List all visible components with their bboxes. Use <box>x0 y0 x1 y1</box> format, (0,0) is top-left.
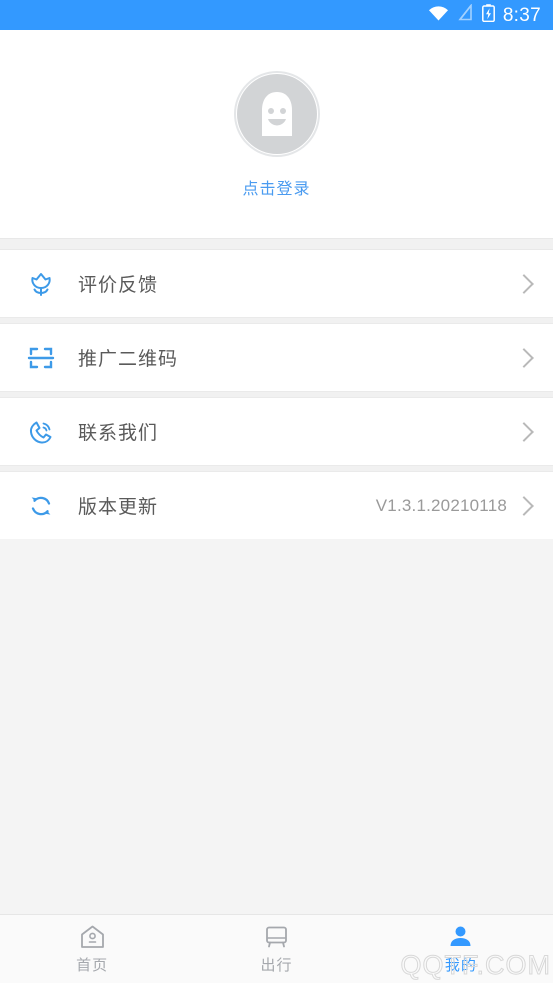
menu-item-contact[interactable]: 联系我们 <box>0 398 553 465</box>
app-screen: 8:37 点击登录 评价反馈 推广二维码 联系我们 版本更新 V1.3.1.20… <box>0 0 553 983</box>
signal-off-icon <box>458 3 473 26</box>
menu-item-feedback[interactable]: 评价反馈 <box>0 250 553 317</box>
row-gap <box>0 465 553 472</box>
avatar[interactable] <box>233 71 320 157</box>
home-icon <box>79 924 106 950</box>
menu-item-label: 联系我们 <box>78 423 159 444</box>
menu-item-label: 评价反馈 <box>78 275 159 296</box>
page-background <box>0 539 553 914</box>
bus-icon <box>263 924 290 950</box>
menu-item-qrcode[interactable]: 推广二维码 <box>0 324 553 391</box>
phone-icon <box>24 415 58 449</box>
refresh-icon <box>24 489 58 523</box>
battery-charging-icon <box>481 3 495 27</box>
chevron-right-icon <box>514 421 534 442</box>
tab-profile[interactable]: 我的 <box>369 915 553 983</box>
login-link[interactable]: 点击登录 <box>242 175 310 199</box>
tab-label: 首页 <box>76 956 109 974</box>
status-bar: 8:37 <box>0 0 553 30</box>
section-gap <box>0 238 553 250</box>
qr-scan-icon <box>24 341 58 375</box>
tab-home[interactable]: 首页 <box>0 915 184 983</box>
menu-item-label: 推广二维码 <box>78 349 179 370</box>
tab-label: 我的 <box>444 956 477 974</box>
row-gap <box>0 391 553 398</box>
chevron-right-icon <box>514 495 534 516</box>
default-user-avatar-icon <box>261 92 292 136</box>
profile-header: 点击登录 <box>0 30 553 238</box>
version-value: V1.3.1.20210118 <box>375 495 507 515</box>
menu-item-label: 版本更新 <box>78 497 159 518</box>
bottom-nav: 首页 出行 我的 QQTF.COM <box>0 914 553 983</box>
status-bar-icons <box>428 3 495 27</box>
row-gap <box>0 317 553 324</box>
profile-icon <box>447 924 474 950</box>
chevron-right-icon <box>514 273 534 294</box>
flower-icon <box>24 267 58 301</box>
tab-travel[interactable]: 出行 <box>184 915 368 983</box>
menu-list: 评价反馈 推广二维码 联系我们 版本更新 V1.3.1.20210118 <box>0 250 553 539</box>
menu-item-version-update[interactable]: 版本更新 V1.3.1.20210118 <box>0 472 553 539</box>
wifi-icon <box>428 5 449 26</box>
status-bar-clock: 8:37 <box>502 4 541 26</box>
tab-label: 出行 <box>260 956 293 974</box>
chevron-right-icon <box>514 347 534 368</box>
